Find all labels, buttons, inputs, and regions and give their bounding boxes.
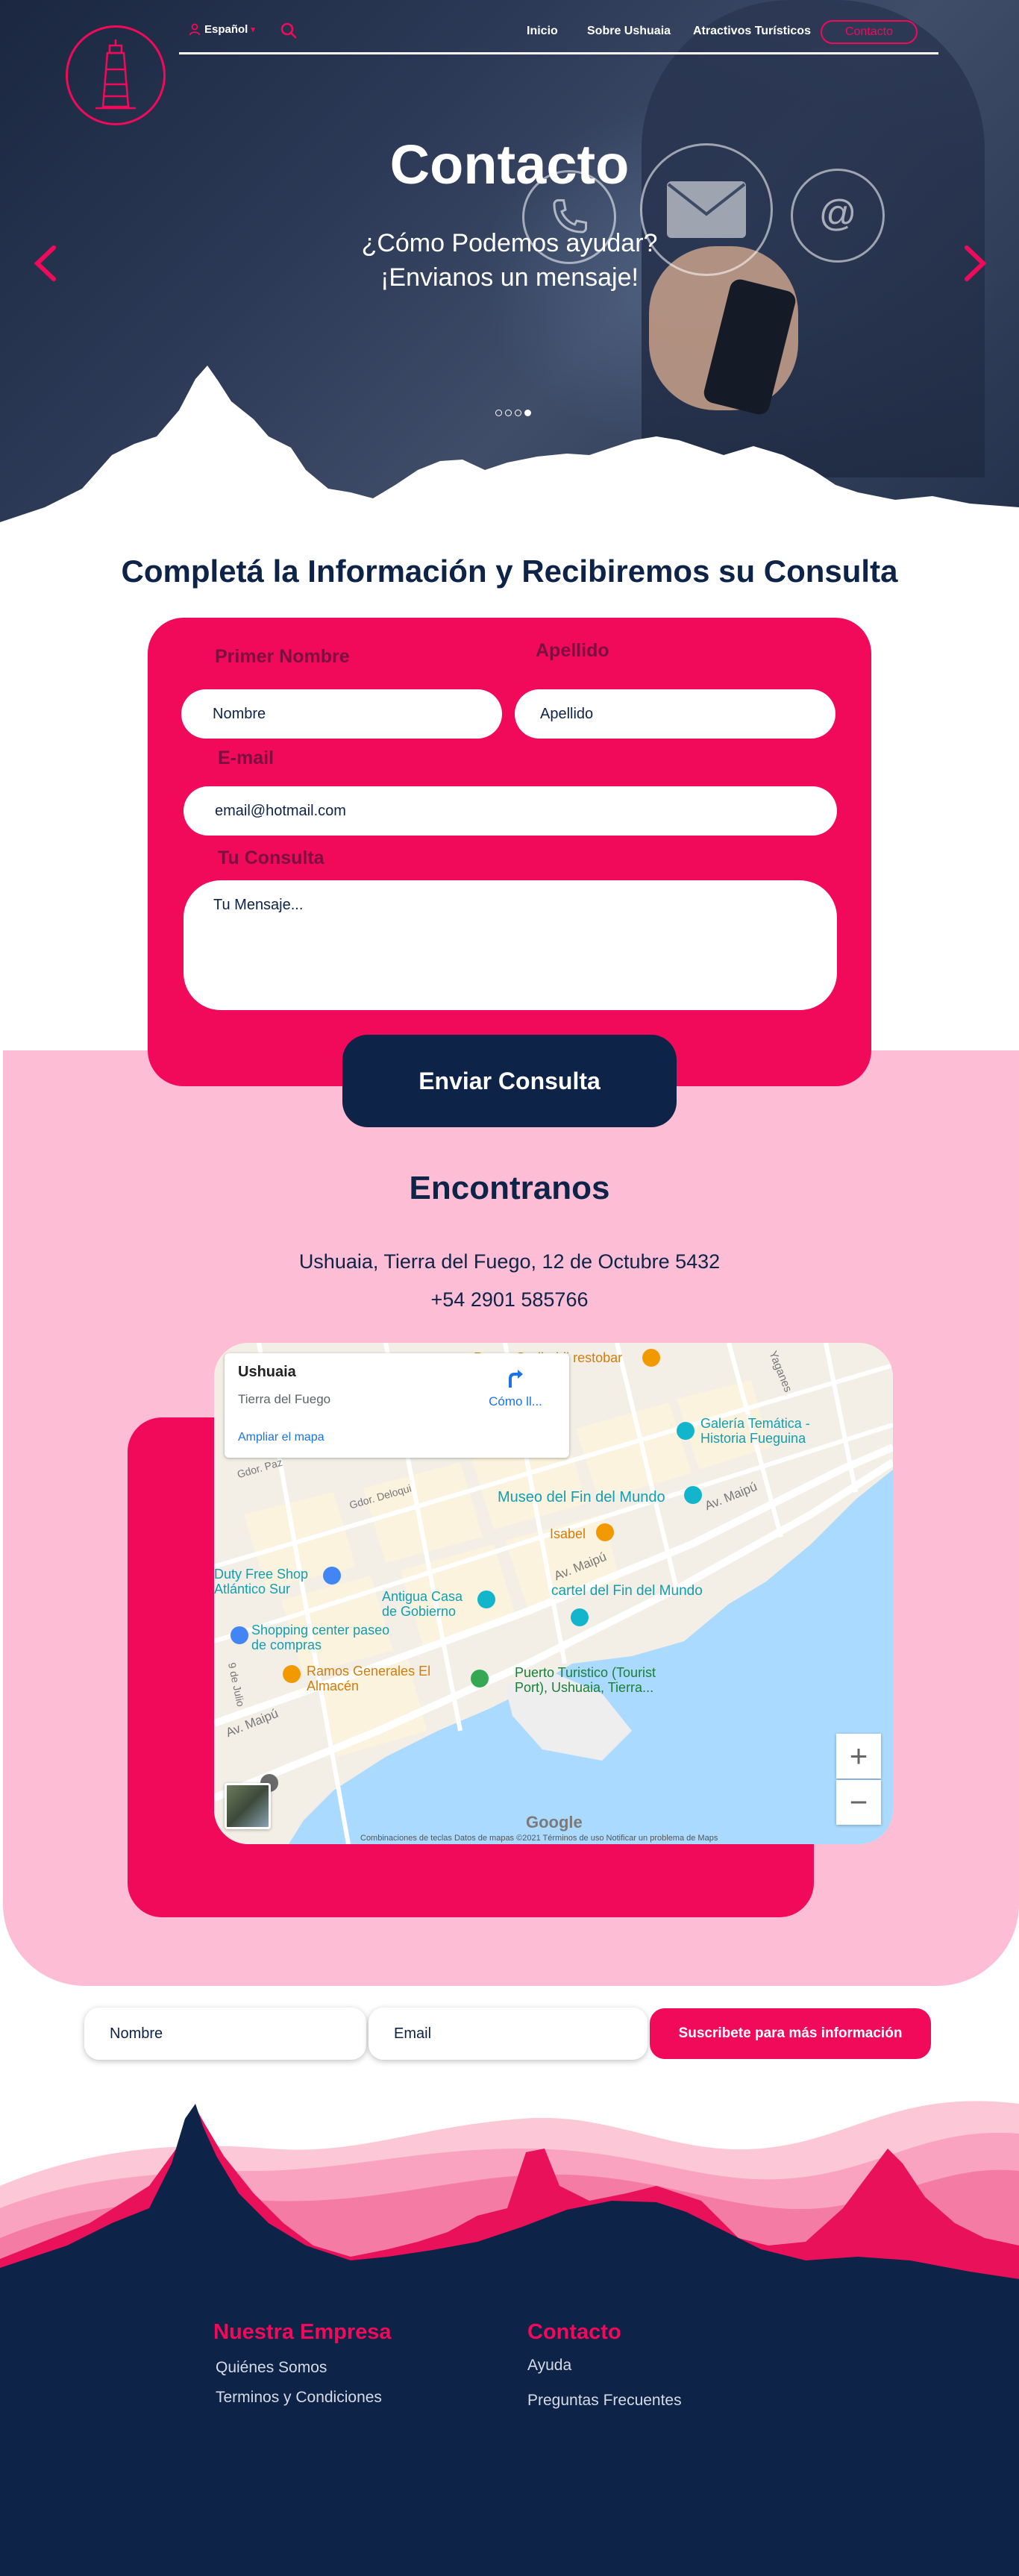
footer-link-ayuda[interactable]: Ayuda bbox=[527, 2357, 571, 2375]
map-label-galeria: Galería Temática - Historia Fueguina bbox=[700, 1416, 810, 1446]
email-label: E-mail bbox=[218, 748, 275, 768]
embedded-map[interactable]: Paseo Garibaldi restobar Galería Temátic… bbox=[214, 1343, 893, 1844]
hero-title: Contacto bbox=[389, 134, 630, 195]
hero-subtitle-line2: ¡Envianos un mensaje! bbox=[380, 263, 639, 292]
nav-inicio[interactable]: Inicio bbox=[527, 25, 558, 38]
location-address: Ushuaia, Tierra del Fuego, 12 de Octubre… bbox=[298, 1250, 721, 1273]
satellite-toggle-button[interactable] bbox=[225, 1783, 271, 1829]
google-logo: Google bbox=[526, 1813, 583, 1831]
first-name-field[interactable]: Nombre bbox=[181, 689, 502, 739]
carousel-prev-arrow-icon[interactable] bbox=[33, 245, 58, 286]
nav-atractivos[interactable]: Atractivos Turísticos bbox=[693, 25, 811, 38]
map-label-shopping: Shopping center paseo de compras bbox=[251, 1623, 390, 1652]
search-icon[interactable] bbox=[279, 21, 298, 44]
hero-subtitle: ¿Cómo Podemos ayudar? ¡Envianos un mensa… bbox=[0, 226, 1019, 295]
nav-sobre-ushuaia[interactable]: Sobre Ushuaia bbox=[587, 25, 671, 38]
location-phone: +54 2901 585766 bbox=[430, 1288, 589, 1311]
zoom-out-button[interactable]: − bbox=[836, 1780, 881, 1825]
map-directions-button[interactable]: Cómo ll... bbox=[478, 1365, 553, 1409]
map-label-isabel: Isabel bbox=[550, 1526, 586, 1541]
language-selector[interactable]: Español ▾ bbox=[188, 22, 255, 36]
map-label-ramos: Ramos Generales El Almacén bbox=[307, 1664, 431, 1693]
map-enlarge-link[interactable]: Ampliar el mapa bbox=[238, 1431, 324, 1444]
message-textarea[interactable]: Tu Mensaje... bbox=[184, 880, 837, 1010]
nav-divider bbox=[179, 52, 938, 54]
footer: Nuestra Empresa Quiénes Somos Terminos y… bbox=[0, 2074, 1019, 2576]
language-label: Español bbox=[204, 22, 248, 36]
footer-link-faq[interactable]: Preguntas Frecuentes bbox=[527, 2392, 682, 2410]
last-name-label: Apellido bbox=[536, 640, 609, 661]
hero-mountains-divider bbox=[0, 366, 1019, 537]
chevron-down-icon: ▾ bbox=[251, 25, 255, 34]
query-label: Tu Consulta bbox=[218, 847, 324, 868]
map-footer-text: Combinaciones de teclas Datos de mapas ©… bbox=[360, 1834, 718, 1843]
footer-mountains bbox=[0, 2101, 1019, 2313]
nav-contacto-button[interactable]: Contacto bbox=[821, 20, 918, 44]
newsletter-name-input[interactable]: Nombre bbox=[84, 2008, 366, 2060]
map-info-card: Ushuaia Tierra del Fuego Ampliar el mapa… bbox=[225, 1353, 569, 1458]
map-label-museo: Museo del Fin del Mundo bbox=[498, 1489, 665, 1505]
location-heading: Encontranos bbox=[409, 1170, 610, 1206]
submit-button[interactable]: Enviar Consulta bbox=[342, 1035, 677, 1127]
zoom-in-button[interactable]: + bbox=[836, 1734, 881, 1779]
footer-col2-title: Contacto bbox=[527, 2320, 621, 2344]
hero-banner: @ Español ▾ Inicio Sobre Ushuaia Atracti… bbox=[0, 0, 1019, 537]
map-directions-label: Cómo ll... bbox=[489, 1394, 542, 1408]
email-field[interactable]: email@hotmail.com bbox=[184, 786, 837, 836]
map-place-name: Ushuaia bbox=[238, 1364, 296, 1380]
directions-icon bbox=[509, 1370, 523, 1388]
map-label-casa-gobierno: Antigua Casa de Gobierno bbox=[382, 1589, 463, 1619]
footer-col1-title: Nuestra Empresa bbox=[213, 2320, 392, 2344]
footer-link-quienes-somos[interactable]: Quiénes Somos bbox=[216, 2359, 327, 2377]
map-label-puerto: Puerto Turistico (Tourist Port), Ushuaia… bbox=[515, 1665, 656, 1695]
map-label-duty-free: Duty Free Shop Atlántico Sur bbox=[214, 1567, 309, 1596]
last-name-field[interactable]: Apellido bbox=[515, 689, 835, 739]
footer-background bbox=[0, 2285, 1019, 2576]
lighthouse-logo[interactable] bbox=[66, 25, 166, 125]
carousel-next-arrow-icon[interactable] bbox=[962, 245, 988, 286]
form-heading: Completá la Información y Recibiremos su… bbox=[121, 554, 898, 589]
first-name-label: Primer Nombre bbox=[215, 646, 350, 667]
subscribe-button[interactable]: Suscribete para más información bbox=[650, 2008, 931, 2059]
contact-form-card: Primer Nombre Apellido Nombre Apellido E… bbox=[148, 618, 871, 1086]
map-label-cartel: cartel del Fin del Mundo bbox=[551, 1583, 703, 1599]
hero-subtitle-line1: ¿Cómo Podemos ayudar? bbox=[361, 229, 658, 257]
user-icon bbox=[189, 23, 201, 36]
map-region: Tierra del Fuego bbox=[238, 1392, 331, 1406]
newsletter-email-input[interactable]: Email bbox=[369, 2008, 648, 2060]
footer-link-terminos[interactable]: Terminos y Condiciones bbox=[216, 2389, 382, 2407]
